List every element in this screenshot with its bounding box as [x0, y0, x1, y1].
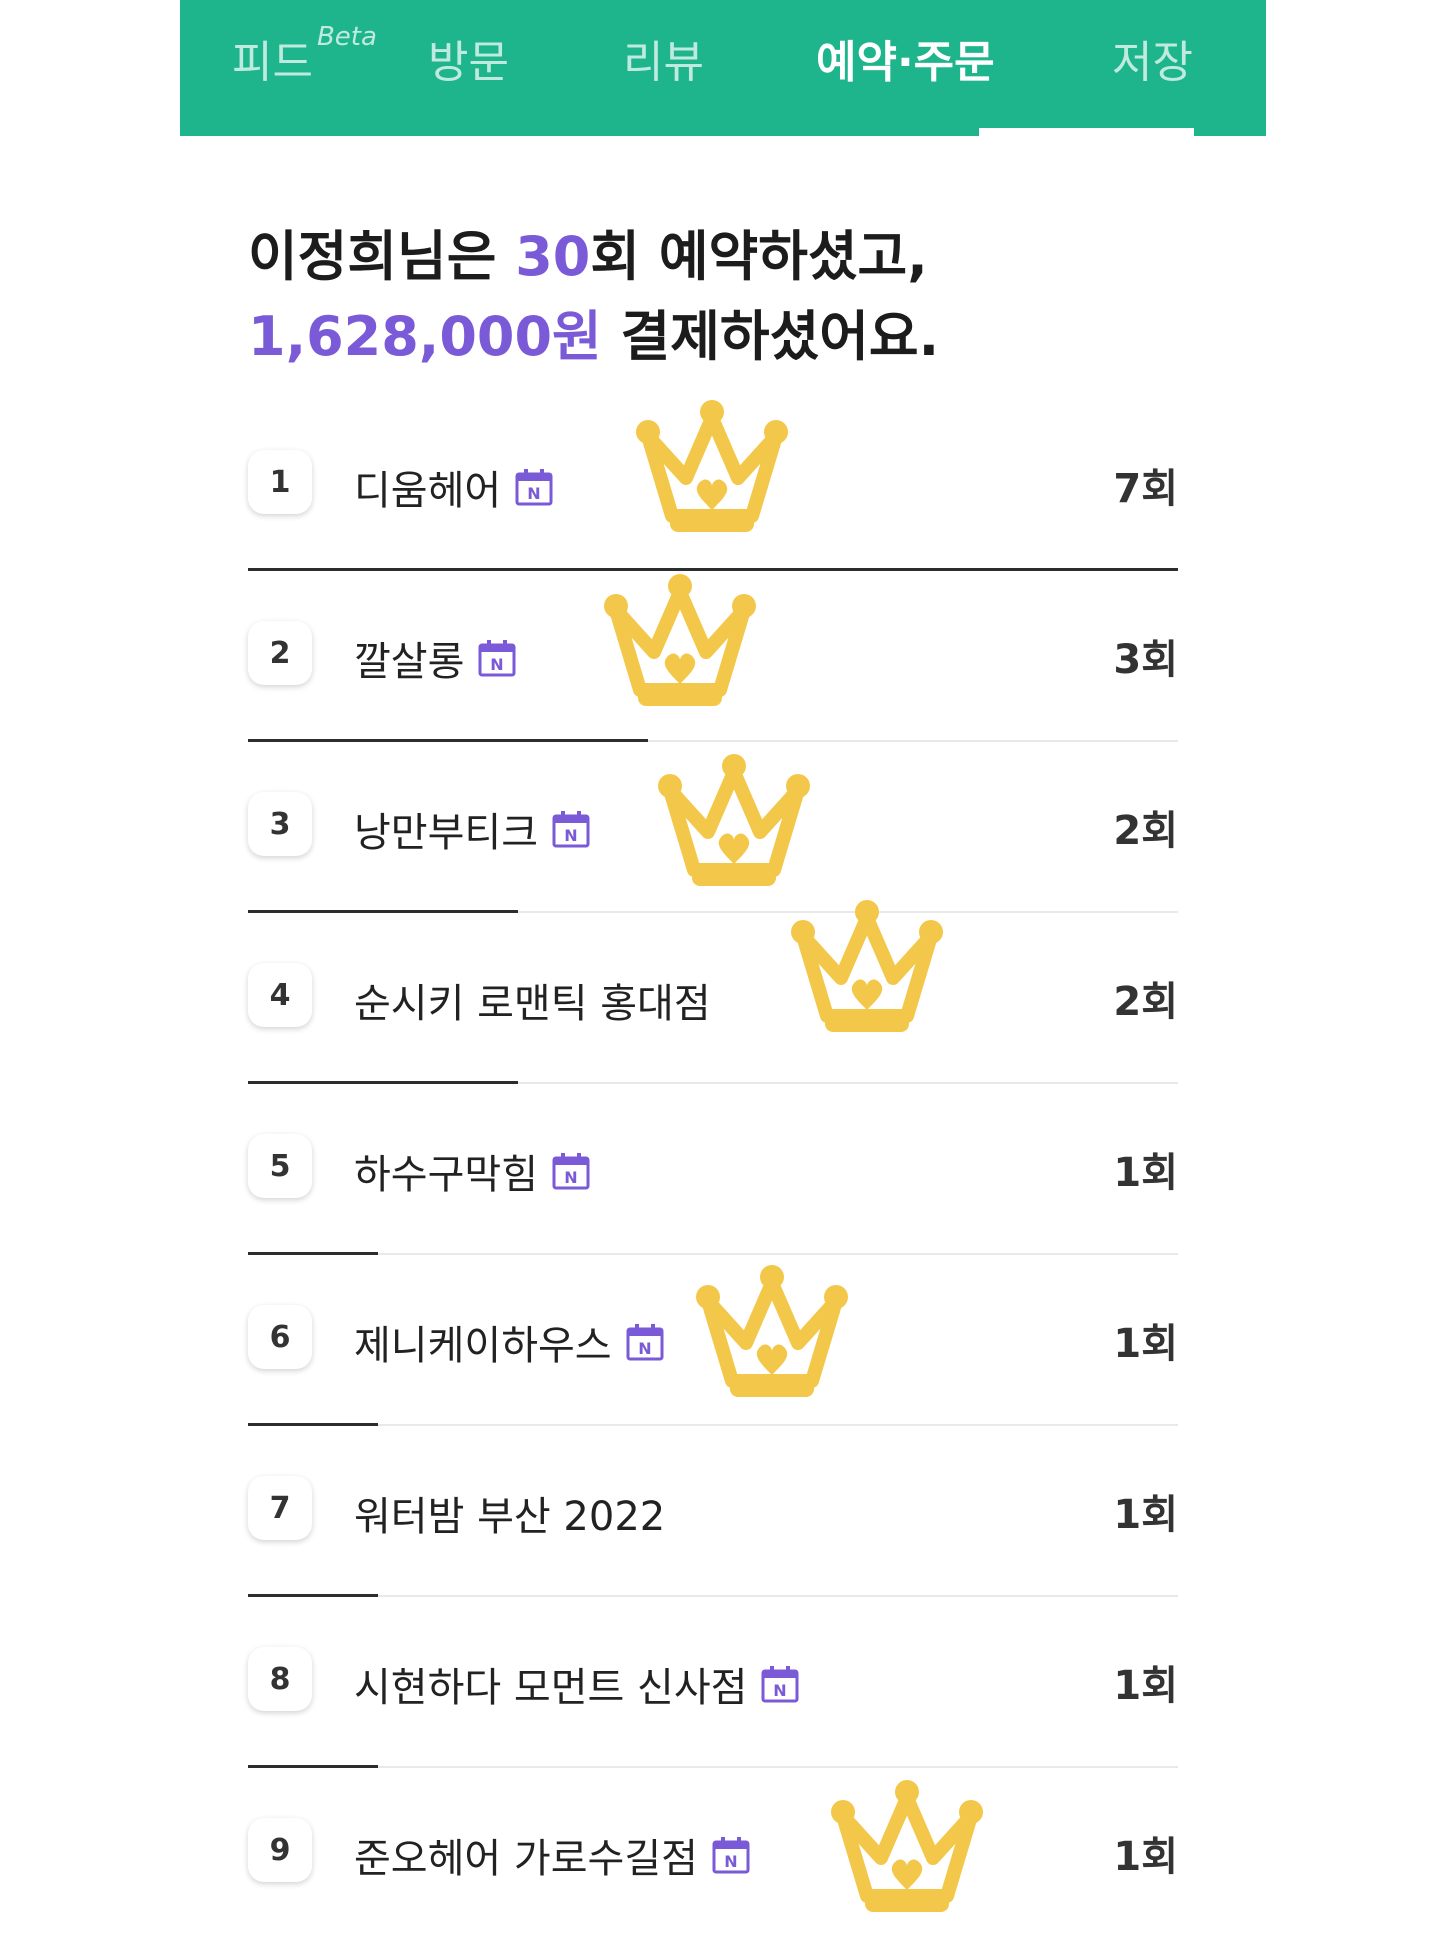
rank-number: 7	[248, 1476, 312, 1540]
place-name[interactable]: 깔살롱 N	[354, 629, 516, 687]
beta-superscript: Beta	[316, 22, 377, 53]
tab-review-label: 리뷰	[623, 37, 704, 88]
place-name-label: 워터밤 부산 2022	[354, 1494, 666, 1540]
visit-count: 1회	[1113, 1150, 1178, 1196]
naver-booking-icon: N	[761, 1666, 799, 1703]
rank-number: 8	[248, 1647, 312, 1711]
place-name-label: 시현하다 모먼트 신사점	[354, 1665, 748, 1711]
rank-number: 4	[248, 963, 312, 1027]
list-item[interactable]: 7 워터밤 부산 2022 1회	[248, 1426, 1178, 1597]
rank-number: 5	[248, 1134, 312, 1198]
crown-sticker-icon	[696, 1265, 848, 1397]
top-tab-bar: 피드 Beta 방문 리뷰 예약·주문 저장	[180, 0, 1266, 136]
place-name[interactable]: 낭만부티크 N	[354, 800, 590, 858]
place-name-label: 하수구막힘	[354, 1152, 538, 1198]
rank-number: 1	[248, 450, 312, 514]
naver-booking-icon: N	[712, 1837, 750, 1874]
badge-letter: N	[491, 655, 504, 674]
summary-name: 이정희님은	[248, 225, 516, 288]
place-name-label: 제니케이하우스	[354, 1323, 612, 1369]
crown-sticker-icon	[658, 754, 810, 886]
visit-count: 2회	[1113, 979, 1178, 1025]
visit-count: 7회	[1113, 466, 1178, 512]
list-item[interactable]: 5 하수구막힘 N 1회	[248, 1084, 1178, 1255]
naver-booking-icon: N	[552, 1153, 590, 1190]
rank-number: 2	[248, 621, 312, 685]
tab-review[interactable]: 리뷰	[623, 26, 704, 90]
visit-count: 1회	[1113, 1834, 1178, 1880]
visit-count: 3회	[1113, 637, 1178, 683]
place-name-label: 순시키 로맨틱 홍대점	[354, 981, 711, 1027]
badge-letter: N	[564, 826, 577, 845]
list-item[interactable]: 8 시현하다 모먼트 신사점 N 1회	[248, 1597, 1178, 1768]
place-name[interactable]: 순시키 로맨틱 홍대점	[354, 971, 711, 1029]
naver-booking-icon: N	[515, 469, 553, 506]
naver-booking-icon: N	[626, 1324, 664, 1361]
place-name[interactable]: 하수구막힘 N	[354, 1142, 590, 1200]
summary-amount-suffix: 결제하셨어요.	[601, 305, 940, 368]
tab-visit[interactable]: 방문	[428, 26, 509, 90]
active-tab-indicator	[979, 128, 1194, 136]
tab-visit-label: 방문	[428, 37, 509, 88]
payment-amount: 1,628,000원	[248, 305, 602, 368]
tab-feed[interactable]: 피드 Beta	[232, 22, 377, 90]
tab-reservation-label: 예약·주문	[816, 37, 995, 88]
badge-letter: N	[564, 1168, 577, 1187]
badge-letter: N	[528, 484, 541, 503]
list-item[interactable]: 9 준오헤어 가로수길점 N 1회	[248, 1768, 1178, 1939]
rank-number: 9	[248, 1818, 312, 1882]
naver-booking-icon: N	[478, 640, 516, 677]
crown-sticker-icon	[831, 1780, 983, 1912]
place-name[interactable]: 디움헤어 N	[354, 458, 553, 516]
rank-number: 6	[248, 1305, 312, 1369]
crown-sticker-icon	[791, 900, 943, 1032]
tab-saved-label: 저장	[1112, 37, 1193, 88]
visit-count: 1회	[1113, 1321, 1178, 1367]
tab-feed-label: 피드	[232, 37, 313, 88]
summary-line-2: 1,628,000원 결제하셨어요.	[248, 292, 939, 371]
place-name-label: 낭만부티크	[354, 810, 538, 856]
badge-letter: N	[774, 1681, 787, 1700]
place-name[interactable]: 시현하다 모먼트 신사점 N	[354, 1655, 799, 1713]
summary-count-suffix: 회 예약하셨고,	[590, 225, 928, 288]
badge-letter: N	[724, 1852, 737, 1871]
reservation-count: 30	[515, 225, 591, 288]
place-name[interactable]: 워터밤 부산 2022	[354, 1484, 665, 1542]
rank-number: 3	[248, 792, 312, 856]
place-name[interactable]: 준오헤어 가로수길점 N	[354, 1826, 750, 1884]
place-name-label: 깔살롱	[354, 639, 465, 685]
crown-sticker-icon	[636, 400, 788, 532]
badge-letter: N	[638, 1339, 651, 1358]
place-name-label: 디움헤어	[354, 468, 502, 514]
tab-reservation-order[interactable]: 예약·주문	[816, 26, 995, 90]
summary-line-1: 이정희님은 30회 예약하셨고,	[248, 212, 928, 291]
place-name[interactable]: 제니케이하우스 N	[354, 1313, 664, 1371]
place-name-label: 준오헤어 가로수길점	[354, 1836, 698, 1882]
tab-saved[interactable]: 저장	[1112, 26, 1193, 90]
crown-sticker-icon	[604, 574, 756, 706]
visit-count: 1회	[1113, 1492, 1178, 1538]
naver-booking-icon: N	[552, 811, 590, 848]
list-item[interactable]: 4 순시키 로맨틱 홍대점 2회	[248, 913, 1178, 1084]
visit-count: 1회	[1113, 1663, 1178, 1709]
visit-count: 2회	[1113, 808, 1178, 854]
